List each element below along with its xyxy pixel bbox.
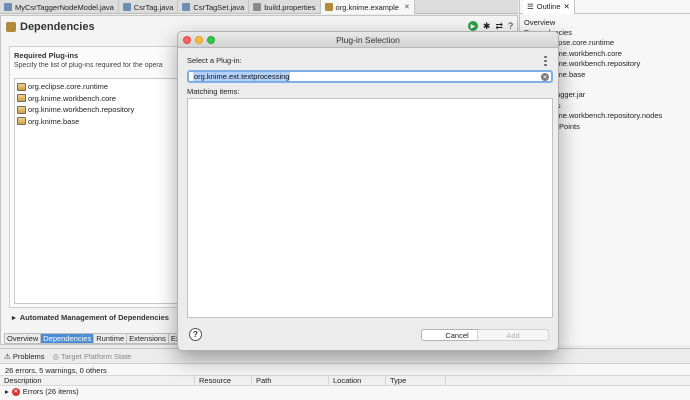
- java-file-icon: [182, 3, 191, 11]
- editor-title: Dependencies: [20, 21, 95, 33]
- problems-icon: ⚠: [4, 351, 11, 361]
- java-file-icon: [122, 3, 131, 11]
- tab-overview[interactable]: Overview: [4, 333, 42, 344]
- plugin-label: org.eclipse.core.runtime: [28, 82, 109, 92]
- drag-handle-icon[interactable]: [544, 56, 547, 66]
- clear-icon[interactable]: ✕: [541, 73, 549, 81]
- outline-tab-bar: ☰ Outline ✕: [520, 0, 690, 14]
- editor-tab-label: CsrTag.java: [133, 2, 174, 12]
- plugin-icon: [17, 82, 26, 91]
- editor-tab-csrtagset[interactable]: CsrTagSet.java: [178, 0, 250, 14]
- target-platform-label: Target Platform State: [61, 351, 132, 361]
- target-platform-icon: ◎: [52, 351, 60, 361]
- editor-tab-build-properties[interactable]: build.properties: [249, 0, 321, 14]
- problems-table-header: Description Resource Path Location Type: [0, 375, 690, 386]
- plugin-icon: [17, 94, 26, 103]
- row-label: Errors (26 items): [22, 387, 79, 396]
- zoom-window-icon[interactable]: [207, 36, 215, 44]
- column-header-resource[interactable]: Resource: [195, 376, 252, 385]
- outline-node[interactable]: Overview: [524, 17, 690, 27]
- automated-management-label: Automated Management of Dependencies: [19, 312, 169, 322]
- error-icon: ✕: [11, 387, 20, 396]
- problems-summary: 26 errors, 5 warnings, 0 others: [5, 366, 107, 375]
- editor-tab-mycsrtaggernodemodel[interactable]: MyCsrTaggerNodeModel.java: [0, 0, 119, 14]
- matching-items-label: Matching items:: [187, 87, 240, 96]
- plugin-label: org.knime.workbench.core: [28, 93, 116, 103]
- dialog-titlebar[interactable]: Plug-in Selection: [178, 32, 558, 48]
- tab-problems[interactable]: ⚠ Problems: [4, 352, 45, 361]
- java-file-icon: [4, 3, 12, 11]
- select-plugin-label: Select a Plug-in:: [187, 56, 242, 65]
- column-header-type[interactable]: Type: [386, 376, 446, 385]
- editor-tab-label: build.properties: [264, 2, 316, 12]
- help-button[interactable]: ?: [189, 328, 202, 341]
- plugin-selection-dialog: Plug-in Selection Select a Plug-in: org.…: [177, 31, 559, 351]
- editor-tab-csrtag[interactable]: CsrTag.java: [119, 0, 179, 14]
- properties-file-icon: [253, 3, 262, 11]
- plugin-manifest-icon: [324, 3, 333, 11]
- column-header-location[interactable]: Location: [329, 376, 386, 385]
- tab-outline[interactable]: ☰ Outline ✕: [523, 0, 575, 14]
- tab-runtime[interactable]: Runtime: [94, 333, 128, 344]
- chevron-right-icon[interactable]: ▸: [5, 387, 9, 396]
- editor-tab-org-knime-example[interactable]: org.knime.example ✕: [320, 0, 415, 14]
- editor-tab-bar: MyCsrTaggerNodeModel.java CsrTag.java Cs…: [0, 0, 518, 14]
- outline-icon: ☰: [527, 2, 534, 11]
- outline-tab-label: Outline: [536, 2, 561, 11]
- plugin-search-input[interactable]: org.knime.ext.textprocessing ✕: [187, 70, 553, 83]
- plugin-label: org.knime.workbench.repository: [28, 105, 135, 115]
- dialog-title: Plug-in Selection: [336, 34, 400, 45]
- plugin-icon: [17, 105, 26, 114]
- plugin-icon: [17, 117, 26, 126]
- dependencies-icon: [6, 22, 16, 32]
- add-button[interactable]: Add: [477, 329, 549, 341]
- problems-tab-bar: ⚠ Problems ◎ Target Platform State: [0, 349, 690, 364]
- problems-tab-label: Problems: [12, 351, 45, 361]
- close-window-icon[interactable]: [183, 36, 191, 44]
- editor-tab-label: CsrTagSet.java: [193, 2, 245, 12]
- editor-tab-label: org.knime.example: [335, 2, 399, 12]
- tab-dependencies[interactable]: Dependencies: [41, 333, 95, 344]
- window-controls: [183, 36, 215, 44]
- tab-extensions[interactable]: Extensions: [127, 333, 169, 344]
- editor-page-tabs: Overview Dependencies Runtime Extensions…: [4, 333, 183, 344]
- table-row[interactable]: ▸ ✕ Errors (26 items): [0, 386, 690, 397]
- editor-tab-label: MyCsrTaggerNodeModel.java: [15, 2, 114, 12]
- run-icon[interactable]: ▶: [467, 21, 478, 31]
- matching-items-list[interactable]: [187, 98, 553, 318]
- problems-view: ⚠ Problems ◎ Target Platform State 26 er…: [0, 348, 690, 400]
- close-icon[interactable]: ✕: [404, 3, 410, 11]
- search-input-value: org.knime.ext.textprocessing: [193, 72, 291, 81]
- column-header-description[interactable]: Description: [0, 376, 195, 385]
- plugin-label: org.knime.base: [28, 116, 80, 126]
- column-header-path[interactable]: Path: [252, 376, 329, 385]
- minimize-window-icon[interactable]: [195, 36, 203, 44]
- chevron-right-icon: ▸: [12, 312, 16, 322]
- close-icon[interactable]: ✕: [564, 2, 570, 11]
- tab-target-platform-state[interactable]: ◎ Target Platform State: [53, 352, 132, 361]
